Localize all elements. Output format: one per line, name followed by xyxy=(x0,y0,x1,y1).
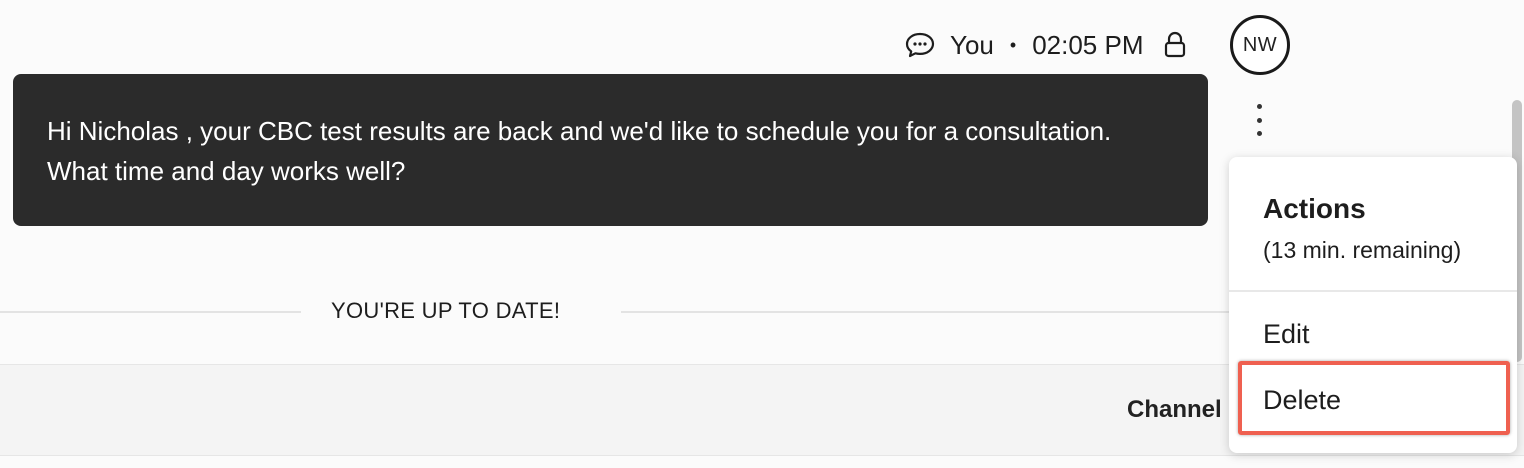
chat-view: You • 02:05 PM NW Hi Nicholas , your CBC… xyxy=(0,0,1524,468)
menu-title: Actions xyxy=(1263,193,1366,224)
menu-time-remaining: (13 min. remaining) xyxy=(1263,237,1462,263)
divider-left xyxy=(0,311,301,313)
message-time: 02:05 PM xyxy=(1032,29,1144,60)
chat-bubble-icon xyxy=(904,29,936,61)
meta-separator: • xyxy=(1009,34,1017,55)
sender-name: You xyxy=(950,29,994,60)
up-to-date-label: YOU'RE UP TO DATE! xyxy=(331,298,561,323)
message-text: Hi Nicholas , your CBC test results are … xyxy=(47,116,1112,186)
menu-divider xyxy=(1229,290,1517,292)
message-meta: You • 02:05 PM xyxy=(904,26,1187,64)
channel-label[interactable]: Channel xyxy=(1127,396,1222,424)
delete-menu-item[interactable]: Delete xyxy=(1263,385,1341,416)
lock-icon xyxy=(1163,31,1187,59)
edit-menu-item[interactable]: Edit xyxy=(1263,319,1310,350)
actions-menu: Actions (13 min. remaining) Edit Delete xyxy=(1229,157,1517,453)
message-bubble: Hi Nicholas , your CBC test results are … xyxy=(13,74,1208,226)
divider-right xyxy=(621,311,1231,313)
avatar[interactable]: NW xyxy=(1230,15,1290,75)
more-options-icon[interactable] xyxy=(1246,100,1272,140)
